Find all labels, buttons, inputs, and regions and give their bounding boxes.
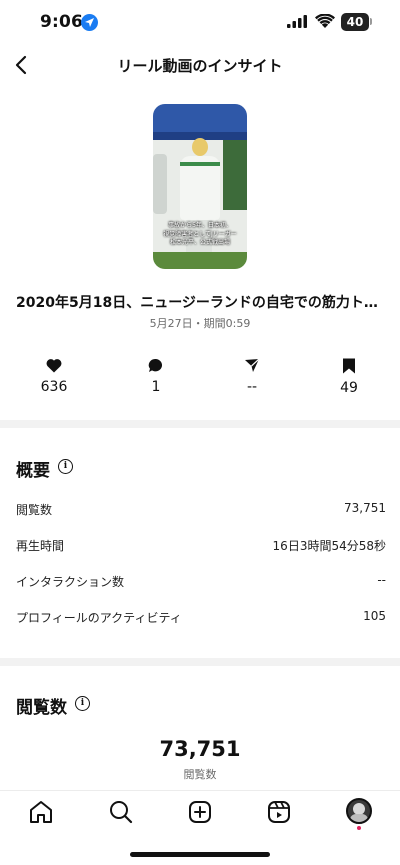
thumbnail-field xyxy=(153,252,247,269)
caption-line-3: 松本光平、公式戦出場 xyxy=(169,239,230,246)
page-title: リール動画のインサイト xyxy=(117,57,283,75)
section-divider xyxy=(0,420,400,428)
metric-label: インタラクション数 xyxy=(16,575,125,589)
comments-count: 1 xyxy=(151,379,161,395)
comment-icon xyxy=(148,358,163,372)
metric-value: -- xyxy=(377,573,386,587)
thumbnail-bystander xyxy=(153,154,167,214)
shares-count: -- xyxy=(246,379,258,395)
metric-row-watch-time: 再生時間 16日3時間54分58秒 xyxy=(16,537,386,557)
status-bar: 9:06 40 xyxy=(0,0,400,46)
thumbnail-player-head xyxy=(192,138,208,156)
info-icon[interactable]: i xyxy=(75,696,90,711)
thumbnail-caption: 事故から5年、日本初、 視覚障害者としてJリーガー 松本光平、公式戦出場 xyxy=(157,222,243,248)
metric-value: 16日3時間54分58秒 xyxy=(272,539,386,553)
comments-stat: 1 xyxy=(121,358,191,395)
reels-icon[interactable] xyxy=(265,798,293,826)
likes-stat: 636 xyxy=(19,358,89,395)
chevron-left-icon[interactable] xyxy=(8,50,38,80)
battery-icon: 40 xyxy=(341,13,369,31)
metric-label: プロフィールのアクティビティ xyxy=(16,611,182,625)
profile-avatar[interactable] xyxy=(346,798,372,824)
metric-row-profile-activity[interactable]: プロフィールのアクティビティ 105 xyxy=(16,609,386,629)
status-time: 9:06 xyxy=(40,12,84,32)
info-icon[interactable]: i xyxy=(58,459,73,474)
thumbnail-jersey-stripe xyxy=(180,162,220,166)
signal-icon xyxy=(287,15,307,28)
metric-value: 73,751 xyxy=(344,501,386,515)
section-divider xyxy=(0,658,400,666)
wifi-icon xyxy=(315,14,335,28)
views-total: 73,751 xyxy=(159,737,241,761)
bookmark-icon xyxy=(343,358,355,374)
engagement-row: 636 1 -- 49 xyxy=(0,358,400,400)
likes-count: 636 xyxy=(40,379,68,395)
search-icon[interactable] xyxy=(107,798,135,826)
caption-line-2: 視覚障害者としてJリーガー xyxy=(163,230,237,238)
saves-count: 49 xyxy=(340,380,358,396)
home-icon[interactable] xyxy=(27,798,55,826)
thumbnail-tent xyxy=(153,104,247,134)
metric-value: 105 xyxy=(363,609,386,623)
location-arrow-icon xyxy=(81,14,98,31)
notification-dot xyxy=(357,826,361,830)
send-icon xyxy=(245,358,260,372)
views-title: 閲覧数 xyxy=(16,698,67,718)
reel-meta: 5月27日・期間0:59 xyxy=(149,317,251,330)
metric-label: 閲覧数 xyxy=(16,503,53,517)
caption-line-1: 事故から5年、日本初、 xyxy=(168,222,232,229)
heart-icon xyxy=(46,359,62,373)
views-total-label: 閲覧数 xyxy=(183,768,217,781)
reel-thumbnail[interactable]: 事故から5年、日本初、 視覚障害者としてJリーガー 松本光平、公式戦出場 xyxy=(153,104,247,269)
thumbnail-hedge xyxy=(223,140,247,210)
create-icon[interactable] xyxy=(186,798,214,826)
metric-row-views: 閲覧数 73,751 xyxy=(16,501,386,521)
shares-stat: -- xyxy=(217,358,287,395)
metric-row-interactions[interactable]: インタラクション数 -- xyxy=(16,573,386,593)
reel-title: 2020年5月18日、ニュージーランドの自宅での筋力トレーニン… xyxy=(16,295,386,311)
nav-header: リール動画のインサイト xyxy=(0,46,400,86)
battery-nub xyxy=(370,18,372,25)
saves-stat: 49 xyxy=(314,358,384,396)
home-indicator[interactable] xyxy=(130,852,270,857)
metric-label: 再生時間 xyxy=(16,539,65,553)
overview-title: 概要 xyxy=(16,461,50,481)
